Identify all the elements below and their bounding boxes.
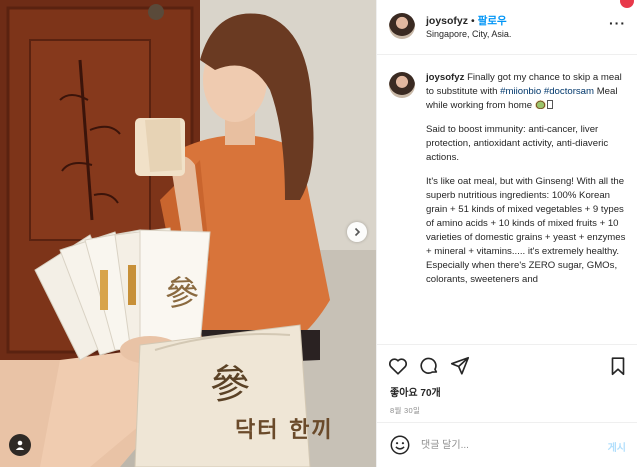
user-tag-icon (15, 440, 25, 450)
header-user-line: joysofyz • 팔로우 (426, 13, 507, 28)
smiley-icon[interactable] (389, 434, 411, 456)
header-username[interactable]: joysofyz (426, 15, 468, 27)
caption: joysofyz Finally got my chance to skip a… (426, 71, 629, 297)
bookmark-icon[interactable] (607, 355, 629, 377)
more-options-button[interactable]: ··· (609, 15, 626, 31)
missing-glyph-icon (546, 100, 553, 109)
post-side-panel: joysofyz • 팔로우 Singapore, City, Asia. ··· … (376, 0, 637, 467)
comment-bar: 게시 (377, 422, 637, 467)
caption-avatar[interactable] (389, 72, 415, 98)
action-bar (377, 344, 637, 382)
post-photo[interactable]: 參 參 닥터 한끼 (0, 0, 376, 467)
post-image: 參 (0, 0, 376, 467)
caption-username[interactable]: joysofyz (426, 72, 464, 83)
package-brand-text: 닥터 한끼 (235, 418, 334, 443)
hashtag-doctorsam[interactable]: #doctorsam (544, 86, 594, 97)
more-options-icon: ··· (609, 15, 626, 31)
comment-input[interactable] (421, 437, 591, 453)
caption-area: joysofyz Finally got my chance to skip a… (377, 56, 637, 342)
caption-paragraph-2: Said to boost immunity: anti-cancer, liv… (426, 124, 609, 163)
post-header: joysofyz • 팔로우 Singapore, City, Asia. ··· (377, 0, 637, 55)
next-photo-button[interactable] (347, 222, 367, 242)
avatar[interactable] (389, 13, 415, 39)
bowl-emoji-icon (534, 100, 546, 109)
comment-icon[interactable] (418, 355, 440, 377)
post-date[interactable]: 8월 30일 (390, 405, 420, 416)
caption-paragraph-1: joysofyz Finally got my chance to skip a… (426, 71, 629, 113)
package-logo-text: 參 (210, 362, 250, 408)
chevron-right-icon (354, 227, 361, 237)
separator-dot: • (471, 15, 475, 27)
user-tag-button[interactable] (9, 434, 31, 456)
post-comment-button[interactable]: 게시 (608, 439, 626, 454)
svg-text:參: 參 (165, 274, 199, 314)
paper-plane-icon[interactable] (449, 355, 471, 377)
hashtag-miionbio[interactable]: #miionbio (500, 86, 541, 97)
location-link[interactable]: Singapore, City, Asia. (426, 29, 511, 39)
heart-icon[interactable] (387, 355, 409, 377)
like-count[interactable]: 좋아요 70개 (390, 384, 441, 399)
follow-button[interactable]: 팔로우 (478, 15, 507, 27)
caption-paragraph-3: It's like oat meal, but with Ginseng! Wi… (426, 176, 626, 285)
